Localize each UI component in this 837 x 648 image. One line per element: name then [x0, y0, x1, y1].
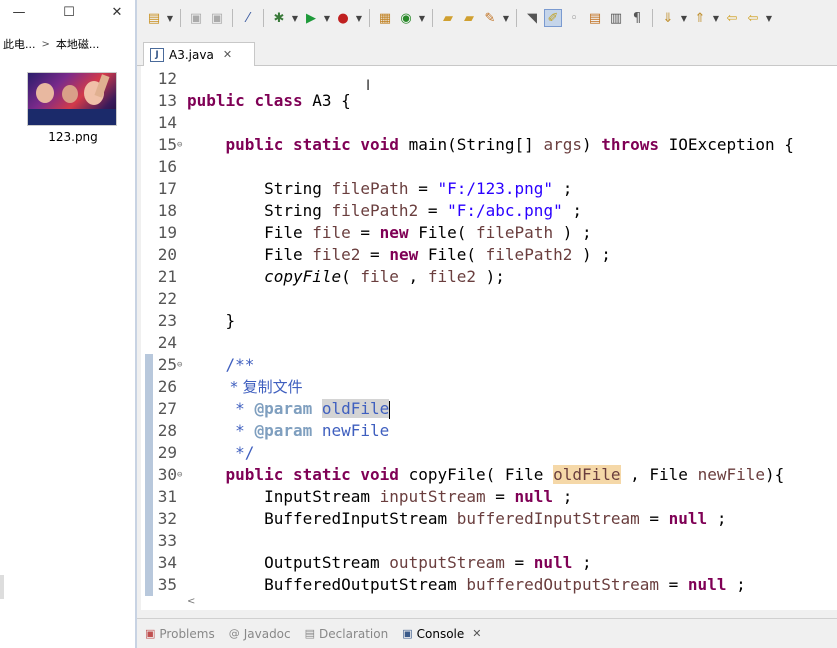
close-icon[interactable]: ✕ [472, 627, 481, 640]
bottom-view-tabs: ▣ Problems @ Javadoc ▤ Declaration ▣ Console… [137, 618, 837, 648]
chevron-down-icon[interactable]: ▼ [166, 14, 174, 23]
skip-breakpoints-icon[interactable]: ⁄ [239, 9, 257, 27]
fold-icon[interactable]: ⊖ [177, 354, 182, 376]
tab-console[interactable]: ▣ Console ✕ [402, 627, 481, 641]
code-line: 26 * 复制文件 [157, 377, 303, 396]
tab-label: A3.java [169, 47, 214, 62]
code-line: 27 * @param oldFile [157, 399, 391, 419]
code-editor[interactable]: 12 13 public class A3 { 14 15 ⊖ public sta… [141, 66, 837, 596]
tab-javadoc[interactable]: @ Javadoc [229, 627, 291, 641]
open-task-icon[interactable]: ▰ [460, 9, 478, 27]
pin-icon[interactable]: ◦ [565, 9, 583, 27]
chevron-down-icon[interactable]: ▼ [680, 14, 688, 23]
breadcrumb-local-disk[interactable]: 本地磁... [53, 36, 103, 52]
code-line: 24 [157, 333, 177, 352]
scroll-left-icon[interactable]: < [187, 596, 195, 607]
chevron-right-icon: > [41, 38, 50, 50]
search-icon[interactable]: ✎ [481, 9, 499, 27]
chevron-down-icon[interactable]: ▼ [712, 14, 720, 23]
paragraph-icon[interactable]: ¶ [628, 9, 646, 27]
breadcrumb-this-pc[interactable]: 此电... [0, 36, 39, 52]
code-line: 12 [157, 69, 177, 88]
close-icon[interactable]: ✕ [108, 3, 126, 21]
file-item-123png[interactable]: 123.png [27, 72, 119, 144]
run-icon[interactable]: ▶ [302, 9, 320, 27]
chevron-down-icon[interactable]: ▼ [765, 14, 773, 23]
close-icon[interactable]: ✕ [223, 48, 232, 61]
new-class-icon[interactable]: ◉ [397, 9, 415, 27]
code-line: 28 * @param newFile [157, 421, 390, 440]
code-line: 18 String filePath2 = "F:/abc.png" ; [157, 201, 582, 220]
text-cursor [389, 400, 391, 419]
debug-icon[interactable]: ✱ [270, 9, 288, 27]
code-line: 15 ⊖ public static void main(String[] arg… [157, 134, 794, 156]
back-icon[interactable]: ⇦ [723, 9, 741, 27]
code-line: 16 [157, 157, 177, 176]
file-explorer-pane: — ☐ ✕ 此电... > 本地磁... 123.png [0, 0, 136, 648]
prev-edit-icon[interactable]: ⇑ [691, 9, 709, 27]
toggle-mark-icon[interactable]: ▤ [586, 9, 604, 27]
code-line: 29 */ [157, 443, 255, 462]
code-line: 35 BufferedOutputStream bufferedOutputSt… [157, 575, 746, 594]
fold-icon[interactable]: ⊖ [177, 134, 182, 156]
file-name-label: 123.png [48, 130, 98, 144]
code-line: 21 copyFile( file , file2 ); [157, 267, 505, 286]
breadcrumb: 此电... > 本地磁... [0, 34, 136, 54]
code-line: 23 } [157, 311, 236, 330]
eclipse-workbench: ▤ ▼ ▣ ▣ ⁄ ✱ ▼ ▶ ▼ ● ▼ ▦ ◉ ▼ ▰ ▰ ✎ ▼ ◥ ✐ ◦ ▤ ▥ … [137, 0, 837, 648]
window-controls: — ☐ ✕ [0, 0, 136, 26]
code-line: 25 ⊖ /** [157, 354, 255, 376]
declaration-icon: ▤ [304, 627, 316, 640]
open-type-icon[interactable]: ▰ [439, 9, 457, 27]
code-line: 14 [157, 113, 177, 132]
code-line: 13 public class A3 { [157, 91, 351, 110]
code-line: 20 File file2 = new File( filePath2 ) ; [157, 245, 611, 264]
highlight-icon[interactable]: ✐ [544, 9, 562, 27]
minimize-icon[interactable]: — [10, 3, 28, 21]
maximize-icon[interactable]: ☐ [60, 3, 78, 21]
new-icon[interactable]: ▤ [145, 9, 163, 27]
console-icon: ▣ [402, 627, 413, 640]
java-file-icon: J [150, 47, 164, 62]
code-line: 34 OutputStream outputStream = null ; [157, 553, 592, 572]
code-line: 32 BufferedInputStream bufferedInputStre… [157, 509, 727, 528]
scrollbar[interactable] [0, 575, 4, 599]
run-external-icon[interactable]: ● [334, 9, 352, 27]
code-line: 22 [157, 289, 177, 308]
chevron-down-icon[interactable]: ▼ [502, 14, 510, 23]
tab-declaration[interactable]: ▤ Declaration [305, 627, 389, 641]
chevron-down-icon[interactable]: ▼ [418, 14, 426, 23]
chevron-down-icon[interactable]: ▼ [291, 14, 299, 23]
tab-a3-java[interactable]: J A3.java ✕ [143, 42, 255, 66]
new-java-package-icon[interactable]: ▦ [376, 9, 394, 27]
fold-icon[interactable]: ⊖ [177, 464, 182, 486]
save-icon[interactable]: ▣ [187, 9, 205, 27]
horizontal-scrollbar[interactable]: < [141, 596, 837, 610]
at-icon: @ [228, 627, 240, 640]
forward-icon[interactable]: ⇦ [744, 9, 762, 27]
image-thumbnail [27, 72, 117, 126]
problems-icon: ▣ [145, 627, 156, 640]
save-all-icon[interactable]: ▣ [208, 9, 226, 27]
editor-tab-bar: J A3.java ✕ [137, 40, 837, 66]
main-toolbar: ▤ ▼ ▣ ▣ ⁄ ✱ ▼ ▶ ▼ ● ▼ ▦ ◉ ▼ ▰ ▰ ✎ ▼ ◥ ✐ ◦ ▤ ▥ … [137, 0, 837, 36]
chevron-down-icon[interactable]: ▼ [323, 14, 331, 23]
next-edit-icon[interactable]: ⇓ [659, 9, 677, 27]
code-line: 33 [157, 531, 177, 550]
next-annotation-icon[interactable]: ◥ [523, 9, 541, 27]
text-cursor-pointer: Ι [366, 78, 371, 94]
show-whitespace-icon[interactable]: ▥ [607, 9, 625, 27]
code-line: 17 String filePath = "F:/123.png" ; [157, 179, 573, 198]
code-line: 19 File file = new File( filePath ) ; [157, 223, 592, 242]
code-line: 31 InputStream inputStream = null ; [157, 487, 573, 506]
tab-problems[interactable]: ▣ Problems [145, 627, 215, 641]
code-line: 30 ⊖ public static void copyFile( File ol… [157, 464, 785, 486]
chevron-down-icon[interactable]: ▼ [355, 14, 363, 23]
